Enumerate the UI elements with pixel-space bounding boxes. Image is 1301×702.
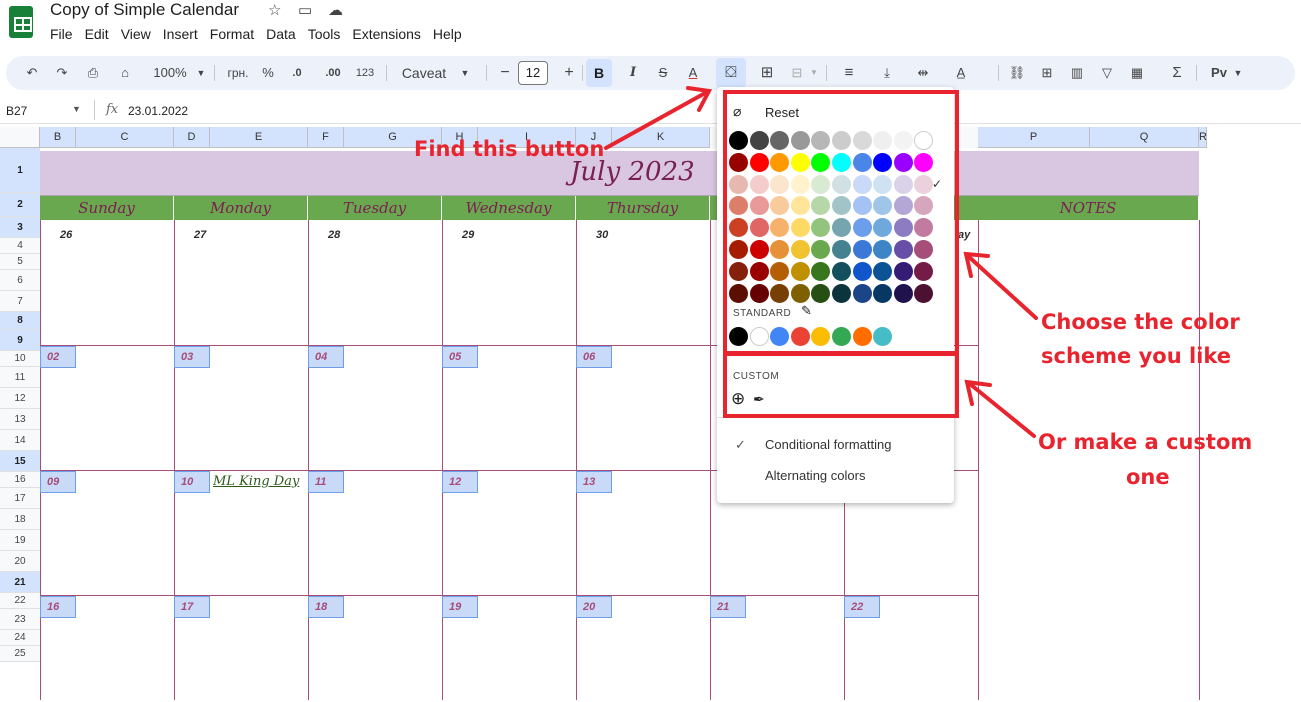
annotation-choose-line1: Choose the color [1041,310,1240,334]
annotation-find-button: Find this button [414,137,605,161]
annotation-custom-line2: one [1126,465,1170,489]
annotation-custom-line1: Or make a custom [1038,430,1253,454]
annotation-choose-line2: scheme you like [1041,344,1231,368]
